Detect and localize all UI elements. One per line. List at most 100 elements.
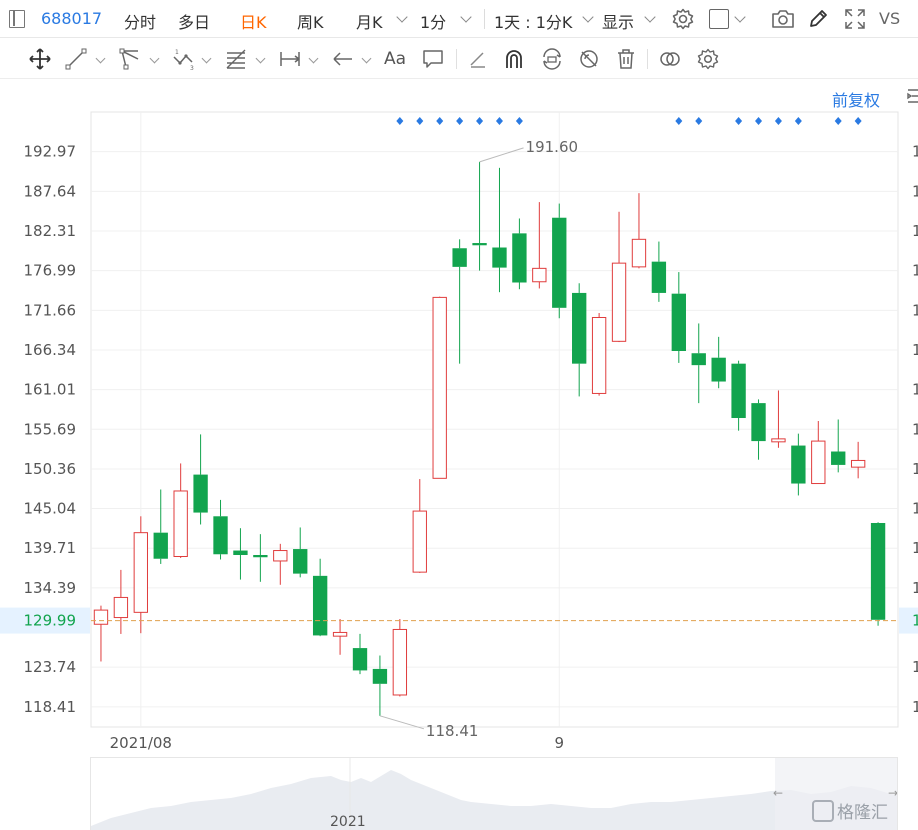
kline-chart-svg[interactable]: 192.97 1 187.64 1 182.31 1 176.99 1 171.66 1 166.3… [0, 110, 918, 752]
layout-square-icon[interactable] [709, 9, 729, 29]
fib-tool-dropdown-icon[interactable] [255, 53, 266, 64]
candle[interactable] [193, 434, 208, 525]
eraser-line-icon[interactable] [466, 47, 490, 71]
candle[interactable] [671, 272, 686, 363]
trash-icon[interactable] [614, 47, 638, 71]
candle[interactable] [233, 528, 248, 580]
candle[interactable] [532, 202, 547, 289]
candle[interactable] [512, 218, 527, 290]
candlestick-series[interactable] [93, 161, 886, 716]
stock-code[interactable]: 688017 [41, 9, 102, 28]
event-marker-icon[interactable] [436, 117, 444, 125]
line-tool-dropdown-icon[interactable] [95, 53, 106, 64]
navigator-left-handle-icon[interactable]: ← [773, 786, 783, 800]
channel-tool-icon[interactable] [118, 47, 142, 71]
candle[interactable] [273, 543, 288, 585]
event-marker-icon[interactable] [834, 117, 842, 125]
hide-drawings-icon[interactable] [577, 47, 601, 71]
measure-tool-icon[interactable] [278, 47, 302, 71]
event-marker-icon[interactable] [456, 117, 464, 125]
range-dropdown-icon[interactable] [582, 11, 594, 23]
event-marker-icon[interactable] [854, 117, 862, 125]
navigator-right-handle-icon[interactable]: → [888, 786, 897, 800]
candle[interactable] [791, 433, 806, 496]
panel-collapse-icon[interactable] [906, 88, 918, 104]
candle[interactable] [133, 516, 148, 634]
candle[interactable] [850, 441, 866, 479]
candle[interactable] [412, 479, 427, 573]
sync-lock-icon[interactable] [540, 47, 564, 71]
candle[interactable] [293, 527, 308, 578]
candle[interactable] [591, 313, 607, 396]
candle[interactable] [332, 619, 348, 655]
fib-tool-icon[interactable] [224, 47, 248, 71]
minute-dropdown-icon[interactable] [460, 11, 472, 23]
period-tab-multiday[interactable]: 多日 [178, 9, 210, 33]
kline-chart[interactable]: 192.97 1 187.64 1 182.31 1 176.99 1 171.66 1 166.3… [0, 110, 918, 752]
period-tab-1min[interactable]: 1分 [420, 9, 446, 33]
compare-vs-button[interactable]: VS [879, 9, 900, 28]
channel-tool-dropdown-icon[interactable] [149, 53, 160, 64]
event-marker-icon[interactable] [416, 117, 424, 125]
layout-dropdown-icon[interactable] [734, 11, 746, 23]
text-tool[interactable]: Aa [384, 49, 406, 69]
candle[interactable] [492, 167, 507, 293]
period-tab-weekly-k[interactable]: 周K [297, 9, 324, 33]
camera-icon[interactable] [770, 7, 796, 35]
candle[interactable] [113, 569, 129, 634]
candle[interactable] [93, 605, 109, 662]
price-adjust-toggle[interactable]: 前复权 [832, 87, 880, 111]
event-marker-icon[interactable] [735, 117, 743, 125]
pencil-icon[interactable] [806, 7, 830, 35]
period-tab-timeshare[interactable]: 分时 [124, 9, 156, 33]
display-menu[interactable]: 显示 [602, 9, 634, 33]
event-marker-icon[interactable] [755, 117, 763, 125]
event-marker-icon[interactable] [774, 117, 782, 125]
event-markers[interactable] [396, 117, 862, 125]
candle[interactable] [831, 419, 846, 473]
candle[interactable] [312, 558, 328, 637]
candle[interactable] [392, 619, 408, 697]
candle[interactable] [253, 534, 268, 582]
line-tool-icon[interactable] [64, 47, 88, 71]
settings-gear-icon[interactable] [671, 7, 695, 35]
event-marker-icon[interactable] [476, 117, 484, 125]
range-select[interactable]: 1天 : 1分K [494, 9, 572, 33]
monthly-dropdown-icon[interactable] [396, 11, 408, 23]
candle[interactable] [432, 296, 447, 479]
arrow-tool-dropdown-icon[interactable] [361, 53, 372, 64]
wave-tool-icon[interactable]: 13 [172, 47, 196, 72]
event-marker-icon[interactable] [396, 117, 404, 125]
candle[interactable] [751, 399, 766, 460]
magnet-icon[interactable] [502, 47, 526, 71]
event-marker-icon[interactable] [495, 117, 503, 125]
candle[interactable] [472, 161, 487, 271]
candle[interactable] [173, 463, 188, 558]
candle[interactable] [731, 360, 746, 431]
event-marker-icon[interactable] [794, 117, 802, 125]
overlay-circles-icon[interactable] [658, 47, 682, 71]
move-cross-icon[interactable] [28, 47, 52, 71]
candle[interactable] [651, 241, 667, 302]
candle[interactable] [552, 203, 567, 319]
candle[interactable] [771, 390, 786, 448]
candle[interactable] [691, 323, 706, 404]
arrow-tool-icon[interactable] [331, 47, 355, 71]
event-marker-icon[interactable] [675, 117, 683, 125]
draw-settings-gear-icon[interactable] [696, 47, 720, 71]
wave-tool-dropdown-icon[interactable] [201, 53, 212, 64]
candle[interactable] [711, 336, 726, 389]
measure-tool-dropdown-icon[interactable] [308, 53, 319, 64]
candle[interactable] [352, 633, 368, 675]
period-tab-daily-k[interactable]: 日K [240, 9, 267, 33]
range-navigator[interactable]: ← → 2021 [90, 757, 898, 830]
event-marker-icon[interactable] [515, 117, 523, 125]
display-dropdown-icon[interactable] [644, 11, 656, 23]
candle[interactable] [811, 420, 826, 485]
candle[interactable] [153, 489, 168, 564]
candle[interactable] [572, 283, 587, 397]
event-marker-icon[interactable] [695, 117, 703, 125]
fullscreen-icon[interactable] [843, 7, 867, 35]
comment-tool-icon[interactable] [421, 47, 445, 71]
candle[interactable] [870, 522, 886, 626]
